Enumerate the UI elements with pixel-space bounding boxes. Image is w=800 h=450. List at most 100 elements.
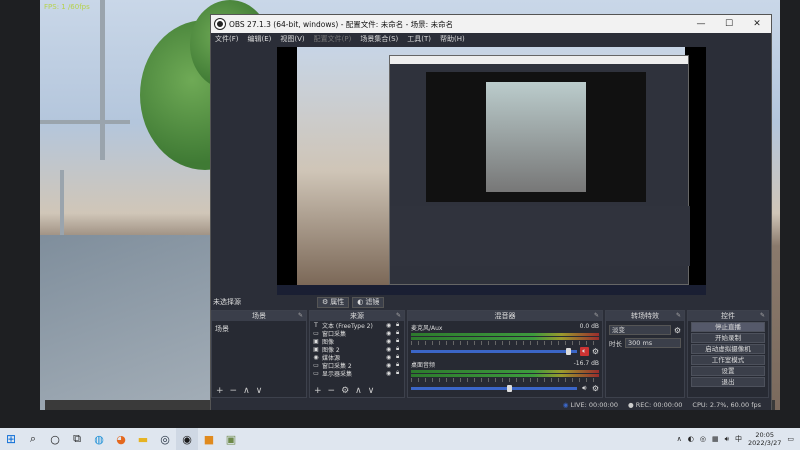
scenes-dock: 场景 ✎ 场景 + − ∧ ∨ [211,310,307,398]
dock-options-icon[interactable]: ✎ [298,311,303,321]
dock-options-icon[interactable]: ✎ [676,311,681,321]
filters-button[interactable]: ◐ 滤镜 [352,296,385,308]
lock-icon[interactable]: 🔒︎ [396,337,404,345]
gear-icon[interactable]: ⚙ [592,384,599,393]
media-icon: ◉ [313,353,319,361]
move-down-icon[interactable]: ∨ [256,386,263,396]
menu-help[interactable]: 帮助(H) [440,34,465,44]
move-up-icon[interactable]: ∧ [355,386,362,396]
controls-title: 控件 [721,312,735,320]
menu-scene-collection[interactable]: 场景集合(S) [360,34,398,44]
image-icon: ▣ [313,345,319,353]
transition-select[interactable]: 淡变 [609,325,671,335]
network-icon[interactable]: ▦ [712,435,719,443]
preview-canvas[interactable] [277,47,706,295]
dock-options-icon[interactable]: ✎ [594,311,599,321]
channel-name: 麦克风/Aux [411,325,443,332]
volume-meter [411,374,599,377]
remove-scene-icon[interactable]: − [230,386,238,396]
live-time: LIVE: 00:00:00 [570,400,619,409]
gear-icon[interactable]: ⚙ [674,326,681,335]
start-virtual-camera-button[interactable]: 启动虚拟摄像机 [691,344,765,354]
volume-slider[interactable] [411,385,577,392]
audio-mixer-dock: 混音器 ✎ 麦克风/Aux 0.0 dB 🔈︎ ⚙ 桌面音频 -16.7 dB [407,310,603,398]
volume-meter [411,370,599,373]
gear-icon[interactable]: ⚙ [592,347,599,356]
minimize-button[interactable]: — [687,19,715,29]
move-down-icon[interactable]: ∨ [368,386,375,396]
mixer-channel-desktop: 桌面音频 -16.7 dB 🔊︎ ⚙ [408,358,602,395]
obs-logo-icon [215,19,225,29]
obs-icon[interactable]: ◉ [176,428,198,450]
transitions-dock: 转场特效 ✎ 淡变 ⚙ 时长 300 ms [605,310,685,398]
lock-icon[interactable]: 🔒︎ [396,353,404,361]
exit-button[interactable]: 退出 [691,377,765,387]
edge-icon[interactable]: ◍ [88,428,110,450]
title-bar[interactable]: OBS 27.1.3 (64-bit, windows) - 配置文件: 未命名… [211,15,771,33]
source-settings-icon[interactable]: ⚙ [341,386,349,396]
add-source-icon[interactable]: + [314,386,322,396]
remove-source-icon[interactable]: − [328,386,336,396]
eye-icon[interactable]: ◉ [386,354,394,361]
move-up-icon[interactable]: ∧ [243,386,250,396]
windows-start-icon[interactable]: ⊞ [0,428,22,450]
app-tray-icon[interactable]: ◐ [688,435,694,443]
close-button[interactable]: ✕ [743,19,771,29]
eye-icon[interactable]: ◉ [386,330,394,337]
dock-options-icon[interactable]: ✎ [760,311,765,321]
menu-tools[interactable]: 工具(T) [407,34,431,44]
menu-file[interactable]: 文件(F) [215,34,239,44]
steam-icon[interactable]: ◎ [154,428,176,450]
volume-slider-knob[interactable] [507,385,513,392]
steam-tray-icon[interactable]: ◎ [700,435,706,443]
clock-time: 20:05 [755,431,775,439]
volume-slider-knob[interactable] [565,348,571,355]
lock-icon[interactable]: 🔒︎ [396,369,404,377]
eye-icon[interactable]: ◉ [386,370,394,377]
source-item[interactable]: ▭ 显示器采集 ◉ 🔒︎ [310,369,404,378]
chevron-up-icon[interactable]: ∧ [677,435,682,443]
cortana-icon[interactable]: ○ [44,428,66,450]
task-view-icon[interactable]: ⧉ [66,428,88,450]
eye-icon[interactable]: ◉ [386,362,394,369]
volume-icon[interactable]: 🔊︎ [725,435,729,444]
add-scene-icon[interactable]: + [216,386,224,396]
volume-slider[interactable] [411,348,577,355]
speaker-icon[interactable]: 🔊︎ [580,384,589,393]
unknown-app-icon[interactable]: ■ [198,428,220,450]
firefox-icon[interactable]: ◕ [110,428,132,450]
menu-profile[interactable]: 配置文件(P) [314,34,352,44]
eye-icon[interactable]: ◉ [386,346,394,353]
start-recording-button[interactable]: 开始录制 [691,333,765,343]
lock-icon[interactable]: 🔒︎ [396,329,404,337]
mute-speaker-icon[interactable]: 🔈︎ [579,347,589,356]
menu-view[interactable]: 视图(V) [280,34,304,44]
clock[interactable]: 20:05 2022/3/27 [748,431,781,447]
stop-streaming-button[interactable]: 停止直播 [691,322,765,332]
notification-icon[interactable]: ▭ [787,435,794,443]
window-icon: ▭ [313,361,319,369]
game-app-icon[interactable]: ▣ [220,428,242,450]
obs-window[interactable]: OBS 27.1.3 (64-bit, windows) - 配置文件: 未命名… [210,14,772,410]
duration-input[interactable]: 300 ms [625,338,681,348]
ime-indicator[interactable]: 中 [735,434,742,444]
studio-mode-button[interactable]: 工作室模式 [691,355,765,365]
eye-icon[interactable]: ◉ [386,322,394,329]
dock-options-icon[interactable]: ✎ [396,311,401,321]
file-explorer-icon[interactable]: ▬ [132,428,154,450]
menu-edit[interactable]: 编辑(E) [248,34,272,44]
search-icon[interactable]: ⌕ [22,428,44,450]
filter-icon: ◐ [357,298,364,306]
eye-icon[interactable]: ◉ [386,338,394,345]
lock-icon[interactable]: 🔒︎ [396,361,404,369]
scene-item[interactable]: 场景 [214,324,304,334]
maximize-button[interactable]: ☐ [715,19,743,29]
lock-icon[interactable]: 🔒︎ [396,345,404,353]
settings-button[interactable]: 设置 [691,366,765,376]
sources-title: 来源 [350,312,364,320]
mixer-title: 混音器 [494,312,516,320]
lock-icon[interactable]: 🔒︎ [396,321,404,329]
cpu-fps: CPU: 2.7%, 60.00 fps [692,400,761,409]
properties-button[interactable]: ⚙ 属性 [317,296,350,308]
meter-scale [411,378,599,382]
